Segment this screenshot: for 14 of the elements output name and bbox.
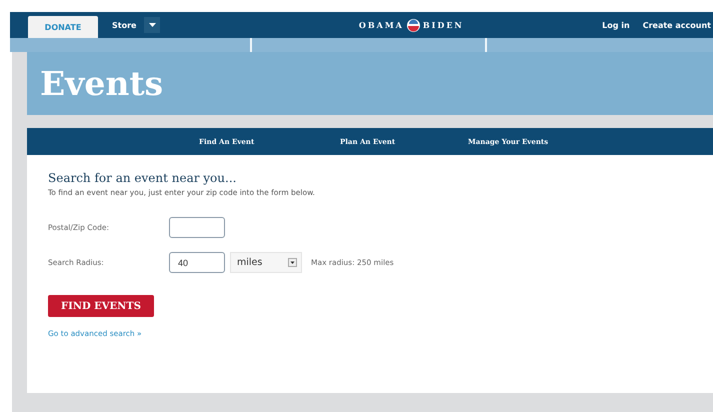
logo-text[interactable]: BIDEN bbox=[422, 20, 464, 30]
logo-text[interactable]: OBAMA bbox=[358, 20, 404, 30]
store-link[interactable]: Store bbox=[112, 20, 136, 30]
logo-icon bbox=[406, 18, 420, 32]
dropdown-button[interactable] bbox=[144, 17, 160, 33]
unit-dropdown[interactable]: miles bbox=[230, 252, 302, 273]
page-title: Events bbox=[40, 64, 164, 103]
radius-field[interactable]: 40 bbox=[169, 252, 225, 273]
zip-code-field[interactable] bbox=[169, 217, 225, 238]
find-events-button[interactable]: FIND EVENTS bbox=[48, 295, 154, 317]
caret-icon bbox=[148, 23, 156, 27]
header-link[interactable]: Create account bbox=[642, 20, 711, 30]
header-link[interactable]: Log in bbox=[602, 20, 630, 30]
section-heading: Search for an event near you... bbox=[48, 171, 238, 185]
